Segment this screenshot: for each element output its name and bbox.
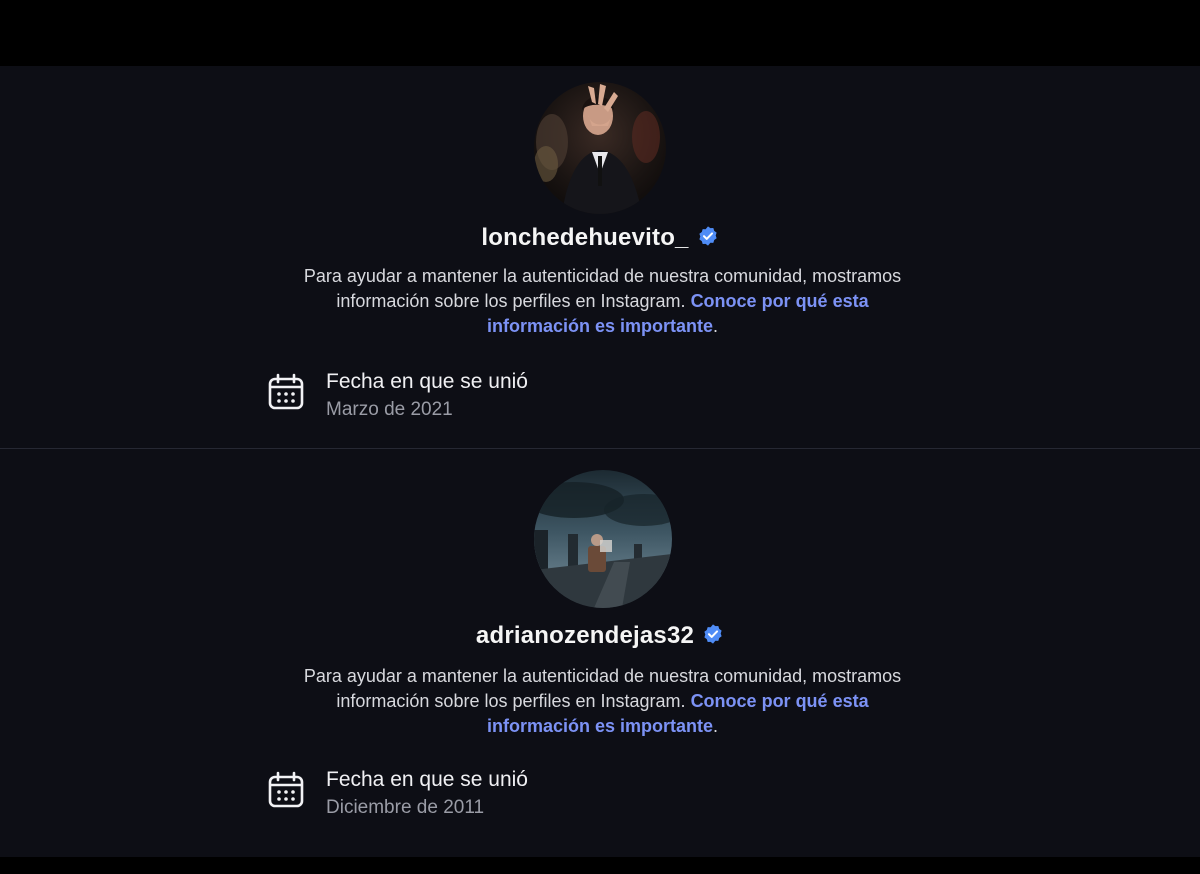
date-joined-row-1: Fecha en que se unió Marzo de 2021 bbox=[264, 368, 684, 426]
avatar-photo-man-in-suit bbox=[534, 82, 666, 214]
explanation-period: . bbox=[713, 316, 719, 336]
avatar-photo-figure-on-rooftop bbox=[534, 470, 672, 608]
screenshot-page: lonchedehuevito_ Para ayudar a mantener … bbox=[0, 0, 1200, 874]
calendar-icon bbox=[266, 770, 306, 810]
verified-badge-icon bbox=[697, 225, 719, 247]
calendar-icon bbox=[266, 372, 306, 412]
username-row-1: lonchedehuevito_ bbox=[0, 224, 1200, 252]
date-joined-row-2: Fecha en que se unió Diciembre de 2011 bbox=[264, 766, 684, 824]
profile-explanation-1: Para ayudar a mantener la autenticidad d… bbox=[300, 264, 905, 339]
verified-badge-icon bbox=[702, 623, 724, 645]
username-1[interactable]: lonchedehuevito_ bbox=[481, 224, 688, 251]
profile-explanation-2: Para ayudar a mantener la autenticidad d… bbox=[300, 664, 905, 739]
profile-avatar-1[interactable] bbox=[534, 82, 666, 214]
username-2[interactable]: adrianozendejas32 bbox=[476, 622, 694, 649]
date-joined-value: Marzo de 2021 bbox=[326, 399, 453, 420]
date-joined-label: Fecha en que se unió bbox=[326, 370, 528, 393]
bottom-black-bar bbox=[0, 857, 1200, 874]
date-joined-value: Diciembre de 2011 bbox=[326, 797, 485, 818]
date-joined-label: Fecha en que se unió bbox=[326, 768, 528, 791]
explanation-period: . bbox=[713, 716, 719, 736]
profile-avatar-2[interactable] bbox=[534, 470, 672, 608]
top-black-bar bbox=[0, 0, 1200, 66]
username-row-2: adrianozendejas32 bbox=[0, 622, 1200, 650]
